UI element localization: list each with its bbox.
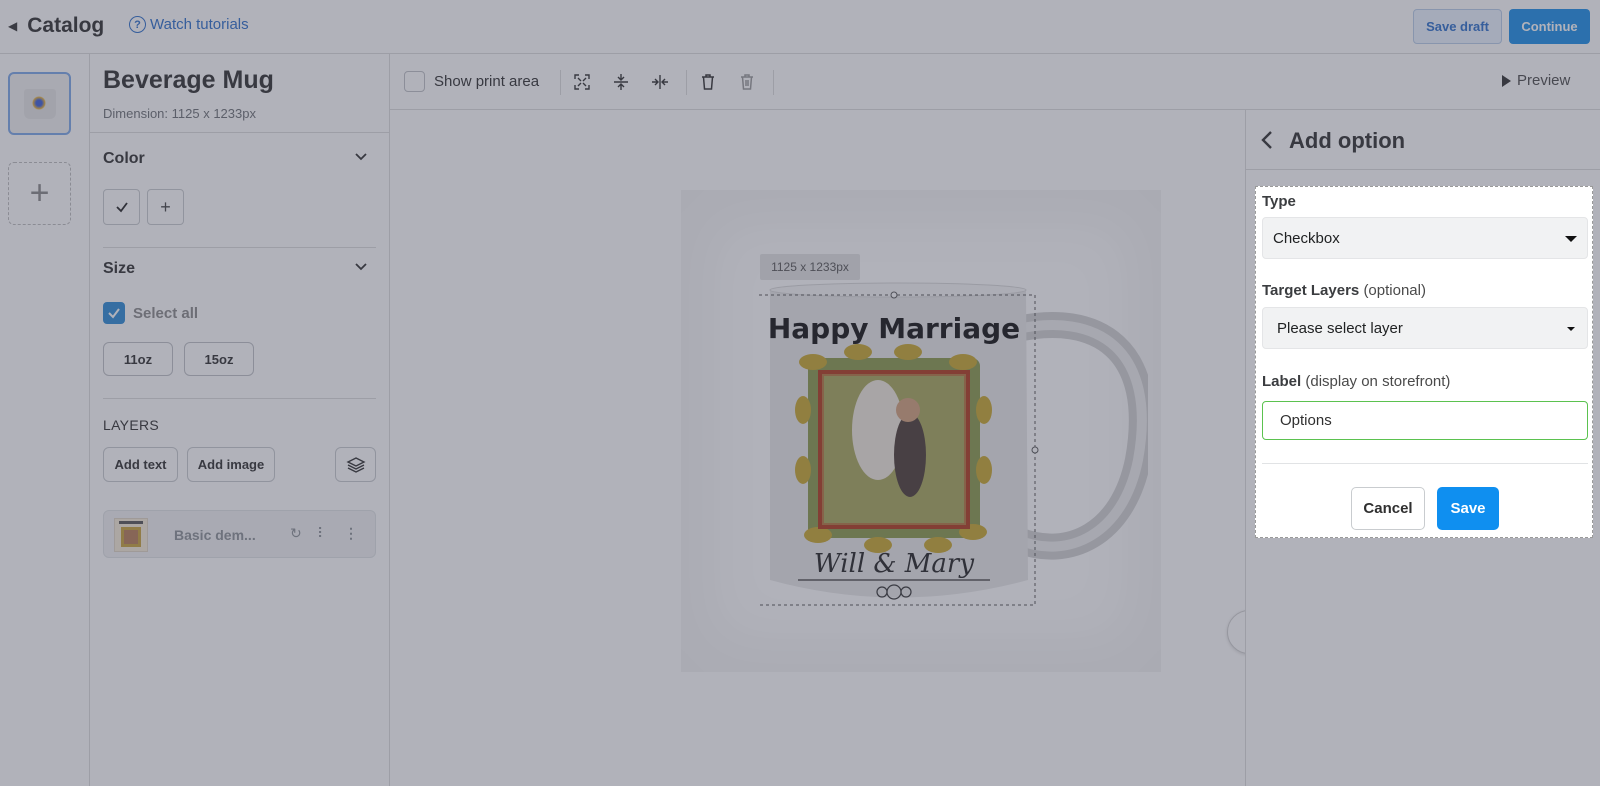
add-image-button[interactable]: Add image (187, 447, 275, 482)
chevron-down-icon[interactable] (354, 260, 368, 274)
plus-icon: + (160, 196, 171, 217)
add-color-button[interactable]: + (147, 189, 184, 225)
show-print-area-checkbox[interactable] (404, 71, 425, 92)
target-layers-select[interactable]: Please select layer (1262, 307, 1588, 349)
align-horizontal-center-icon[interactable] (648, 70, 672, 94)
align-vertical-center-icon[interactable] (609, 70, 633, 94)
delete-all-icon[interactable] (735, 70, 759, 94)
caret-down-icon (1567, 327, 1575, 331)
replace-icon[interactable]: ↻ (290, 525, 302, 542)
divider (103, 398, 376, 399)
select-all-checkbox[interactable] (103, 302, 125, 324)
show-print-area-label: Show print area (434, 73, 540, 90)
size-option-15oz[interactable]: 15oz (184, 342, 254, 376)
product-title: Beverage Mug (103, 66, 274, 94)
target-layers-placeholder: Please select layer (1277, 319, 1403, 337)
preview-label: Preview (1517, 72, 1571, 89)
divider (560, 70, 561, 95)
watch-tutorials-link[interactable]: ? Watch tutorials (129, 16, 249, 33)
chevron-left-icon[interactable] (1256, 128, 1278, 152)
layer-item[interactable]: Basic dem... ↻ ⠇ ⋮ (103, 510, 376, 558)
drag-handle-icon[interactable]: ⠇ (317, 525, 327, 542)
product-dimension: Dimension: 1125 x 1233px (103, 106, 256, 121)
add-product-button[interactable]: + (8, 162, 71, 225)
delete-icon[interactable] (696, 70, 720, 94)
save-draft-button[interactable]: Save draft (1413, 9, 1502, 44)
mug-thumbnail-image (23, 88, 56, 119)
caret-down-icon (1565, 236, 1577, 242)
layer-thumbnail (114, 518, 148, 552)
target-layers-label: Target Layers (optional) (1262, 282, 1426, 299)
watch-tutorials-label: Watch tutorials (150, 16, 249, 33)
play-icon (1502, 74, 1511, 87)
add-option-title: Add option (1289, 128, 1406, 153)
divider (773, 70, 774, 95)
layer-name: Basic dem... (174, 527, 256, 543)
fit-to-area-icon[interactable] (570, 70, 594, 94)
layers-icon (345, 456, 366, 473)
divider (686, 70, 687, 95)
back-to-catalog[interactable]: ◀ Catalog (8, 14, 104, 38)
design-names: Will & Mary (814, 549, 974, 579)
checkmark-icon (115, 202, 128, 213)
target-layers-label-text: Target Layers (1262, 282, 1360, 299)
layers-toggle-button[interactable] (335, 447, 376, 482)
variant-thumbnail-rail: + (0, 54, 90, 786)
product-thumbnail[interactable] (8, 72, 71, 135)
design-headline: Happy Marriage (768, 312, 1020, 345)
product-settings-panel: Beverage Mug Dimension: 1125 x 1233px Co… (90, 54, 390, 786)
label-input[interactable] (1262, 401, 1588, 440)
editor-toolbar: Show print area Preview (390, 54, 1600, 110)
mug-mockup[interactable]: Happy Marriage Will & Mary (758, 270, 1148, 615)
divider (90, 132, 390, 133)
color-section-heading: Color (103, 150, 145, 167)
page-title: Catalog (27, 14, 105, 37)
chevron-down-icon[interactable] (354, 150, 368, 164)
size-option-11oz[interactable]: 11oz (103, 342, 173, 376)
layers-heading: LAYERS (103, 417, 160, 433)
save-button[interactable]: Save (1437, 487, 1499, 530)
top-bar: ◀ Catalog ? Watch tutorials Save draft C… (0, 0, 1600, 54)
add-text-button[interactable]: Add text (103, 447, 178, 482)
chevron-left-icon: ◀ (8, 19, 18, 33)
preview-button[interactable]: Preview (1502, 72, 1570, 89)
target-layers-optional-hint: (optional) (1363, 282, 1426, 299)
design-canvas: 1125 x 1233px Happy Marriage Will & Mary (390, 110, 1271, 786)
checkmark-icon (108, 308, 120, 319)
size-section-heading: Size (103, 260, 136, 277)
continue-button[interactable]: Continue (1509, 9, 1590, 44)
cancel-button[interactable]: Cancel (1351, 487, 1425, 530)
more-options-icon[interactable]: ⋮ (344, 525, 358, 542)
divider (1262, 463, 1588, 464)
question-circle-icon: ? (129, 16, 146, 33)
type-select-value: Checkbox (1273, 229, 1340, 247)
plus-icon: + (29, 174, 50, 212)
label-field-label-text: Label (1262, 373, 1302, 390)
type-select[interactable]: Checkbox (1262, 217, 1588, 259)
select-all-label: Select all (133, 304, 199, 322)
type-label: Type (1262, 193, 1296, 210)
add-option-form: Type Checkbox Target Layers (optional) P… (1255, 186, 1593, 538)
add-option-header: Add option (1246, 110, 1600, 170)
label-field-hint: (display on storefront) (1305, 373, 1451, 390)
color-swatch-white[interactable] (103, 189, 140, 225)
label-field-label: Label (display on storefront) (1262, 373, 1450, 390)
divider (103, 247, 376, 248)
select-all-sizes[interactable]: Select all (103, 302, 198, 324)
